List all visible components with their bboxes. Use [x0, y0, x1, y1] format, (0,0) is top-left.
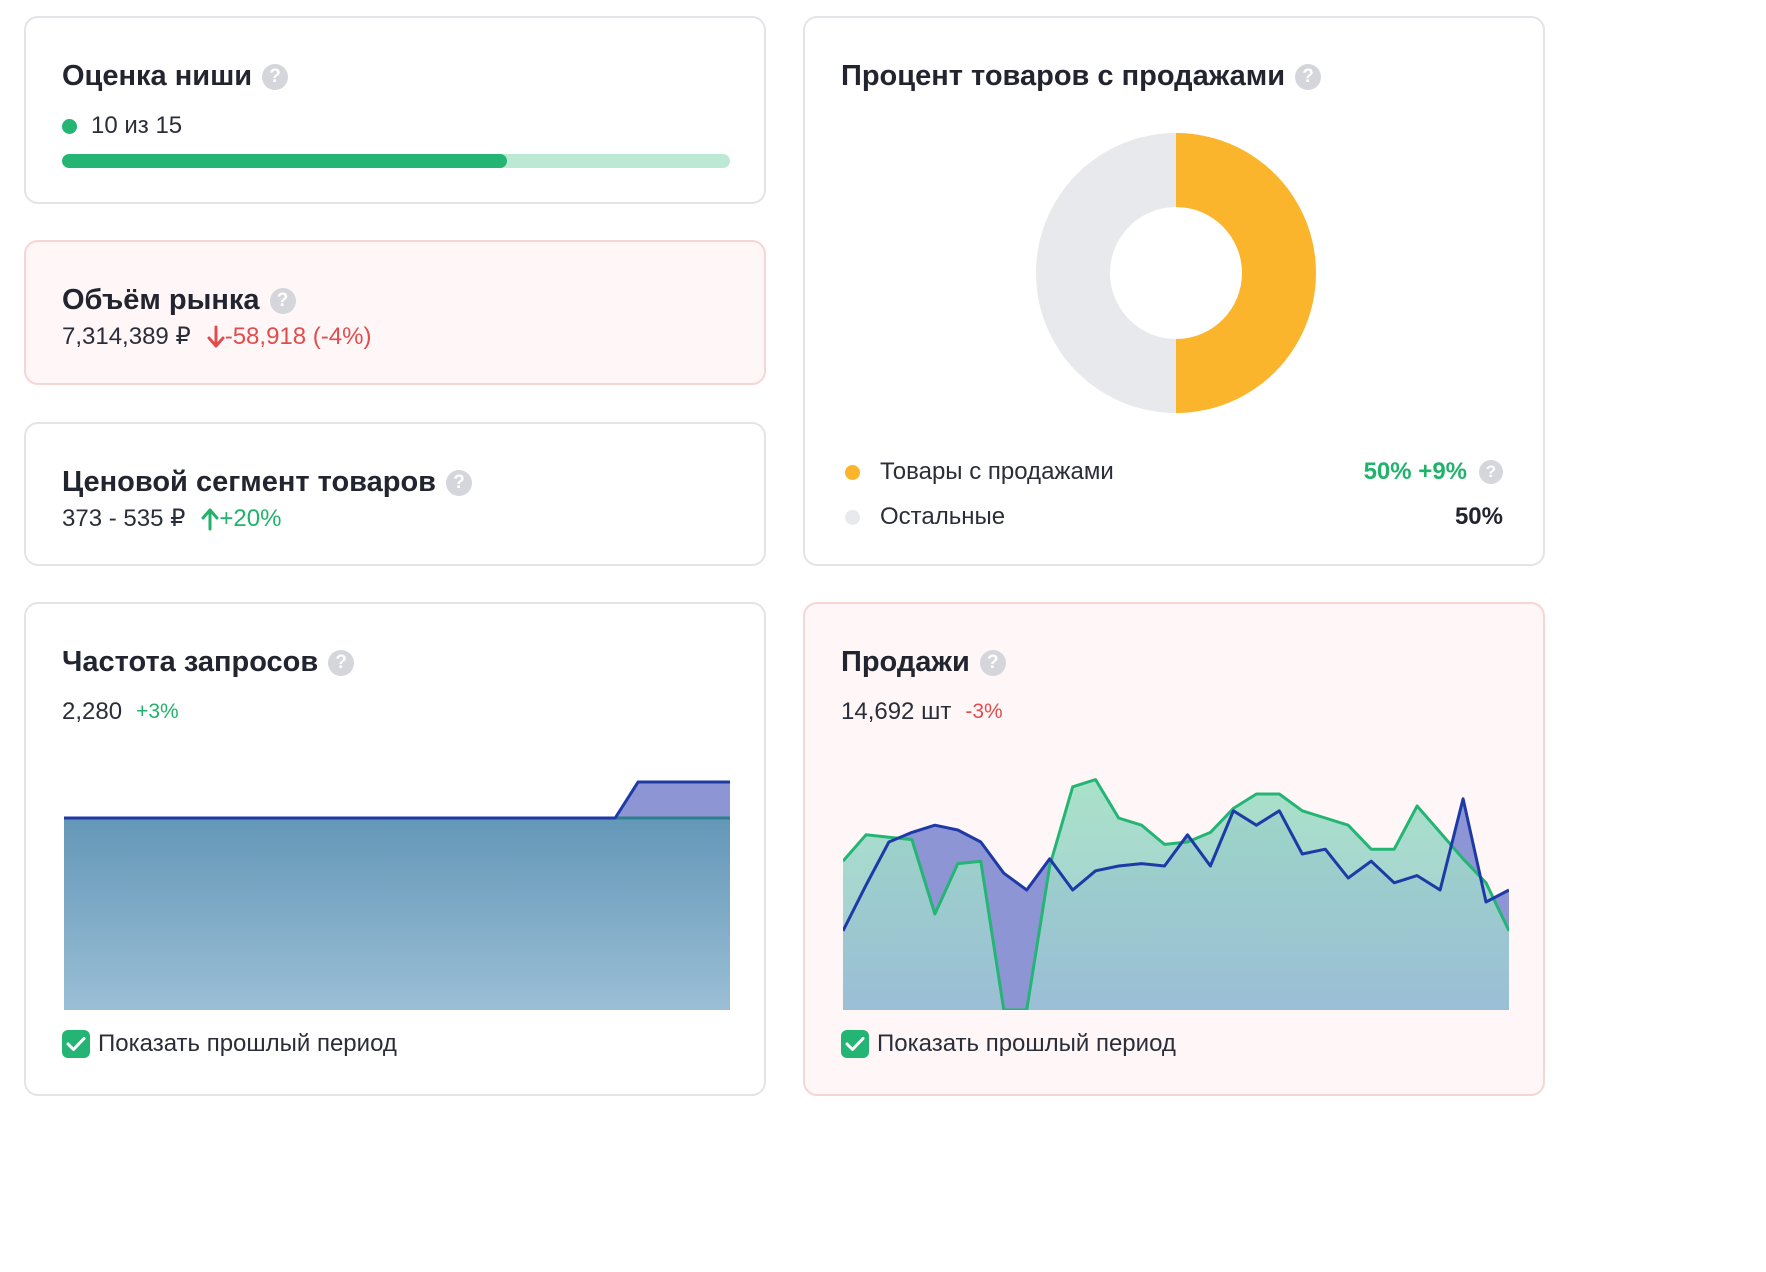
queries-series-1-area [64, 818, 730, 1010]
niche-score-progress [62, 154, 730, 168]
niche-score-progress-fill [62, 154, 508, 168]
help-icon[interactable]: ? [979, 649, 1006, 676]
legend-swatch [845, 509, 860, 525]
legend-item-others: Остальные 50% [845, 503, 1503, 531]
help-icon[interactable]: ? [269, 287, 296, 314]
niche-score-title: Оценка ниши ? [62, 60, 289, 93]
sales-card: Продажи ? 14,692 шт -3% Показать прошлый… [803, 602, 1545, 1096]
status-dot-icon [62, 118, 77, 134]
checkbox-checked-icon[interactable] [841, 1030, 869, 1058]
market-volume-title: Объём рынка ? [62, 284, 296, 317]
price-segment-card: Ценовой сегмент товаров ? 373 - 535 ₽ +2… [24, 422, 766, 566]
help-icon[interactable]: ? [262, 63, 289, 90]
help-icon[interactable]: ? [1295, 63, 1322, 90]
query-frequency-chart [64, 780, 730, 1010]
donut-slice-0[interactable] [1176, 133, 1316, 413]
arrow-down-icon [207, 325, 225, 347]
price-segment-title: Ценовой сегмент товаров ? [62, 466, 472, 499]
help-icon[interactable]: ? [328, 649, 355, 676]
market-volume-card: Объём рынка ? 7,314,389 ₽ -58,918 (-4%) [24, 240, 766, 385]
query-frequency-title: Частота запросов ? [62, 646, 355, 679]
niche-score-value: 10 из 15 [62, 112, 182, 140]
show-previous-period-toggle[interactable]: Показать прошлый период [62, 1030, 397, 1058]
legend-item-with-sales: Товары с продажами 50% +9% ? [845, 458, 1503, 486]
donut-slice-1[interactable] [1036, 133, 1176, 413]
help-icon[interactable]: ? [1479, 460, 1503, 484]
query-frequency-value: 2,280 +3% [62, 698, 179, 725]
market-volume-value: 7,314,389 ₽ -58,918 (-4%) [62, 322, 372, 351]
sales-share-title: Процент товаров с продажами ? [841, 60, 1322, 93]
sales-share-card: Процент товаров с продажами ? Товары с п… [803, 16, 1545, 566]
sales-value: 14,692 шт -3% [841, 698, 1003, 725]
price-segment-value: 373 - 535 ₽ +20% [62, 504, 282, 533]
help-icon[interactable]: ? [446, 469, 472, 496]
query-frequency-card: Частота запросов ? 2,280 +3% Показать пр… [24, 602, 766, 1096]
sales-share-donut-chart [1036, 133, 1316, 413]
show-previous-period-toggle[interactable]: Показать прошлый период [841, 1030, 1176, 1058]
sales-title: Продажи ? [841, 646, 1006, 679]
niche-score-card: Оценка ниши ? 10 из 15 [24, 16, 766, 204]
checkbox-checked-icon[interactable] [62, 1030, 90, 1058]
legend-swatch [845, 464, 860, 480]
legend-value: 50% +9% ? [1364, 458, 1503, 486]
sales-chart [843, 778, 1509, 1010]
legend-value: 50% [1454, 503, 1503, 530]
arrow-up-icon [201, 508, 219, 530]
